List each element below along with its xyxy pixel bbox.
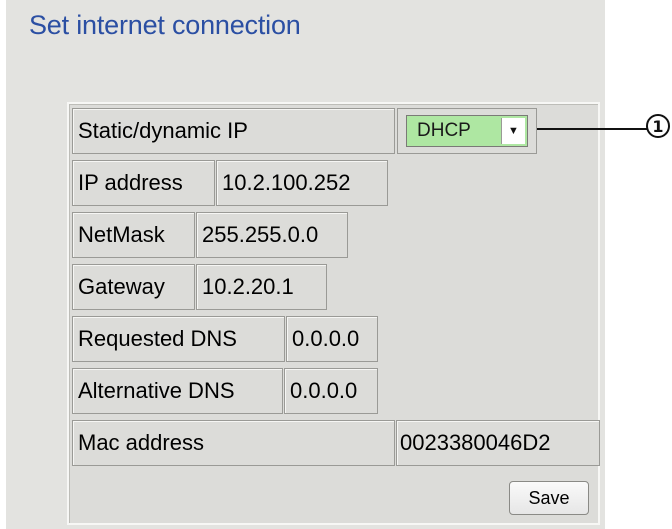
gateway-field[interactable]: 10.2.20.1 xyxy=(196,264,327,310)
save-button[interactable]: Save xyxy=(509,481,589,515)
chevron-down-icon[interactable]: ▼ xyxy=(501,118,525,144)
requested-dns-field[interactable]: 0.0.0.0 xyxy=(286,316,378,362)
gateway-label: Gateway xyxy=(72,264,195,310)
netmask-label: NetMask xyxy=(72,212,195,258)
callout-number-badge: 1 xyxy=(646,114,670,138)
alternative-dns-label: Alternative DNS xyxy=(72,368,283,414)
ip-mode-cell: DHCP ▼ xyxy=(397,108,537,154)
ip-mode-label: Static/dynamic IP xyxy=(72,108,395,154)
ip-mode-value: DHCP xyxy=(417,120,471,141)
mac-address-value: 0023380046D2 xyxy=(396,420,600,466)
mac-address-label: Mac address xyxy=(72,420,395,466)
page-title: Set internet connection xyxy=(29,10,301,40)
alternative-dns-field[interactable]: 0.0.0.0 xyxy=(284,368,378,414)
callout-line xyxy=(537,128,647,130)
netmask-field[interactable]: 255.255.0.0 xyxy=(196,212,348,258)
ip-mode-select[interactable]: DHCP ▼ xyxy=(406,115,528,147)
ip-address-field[interactable]: 10.2.100.252 xyxy=(216,160,388,206)
requested-dns-label: Requested DNS xyxy=(72,316,285,362)
ip-address-label: IP address xyxy=(72,160,215,206)
